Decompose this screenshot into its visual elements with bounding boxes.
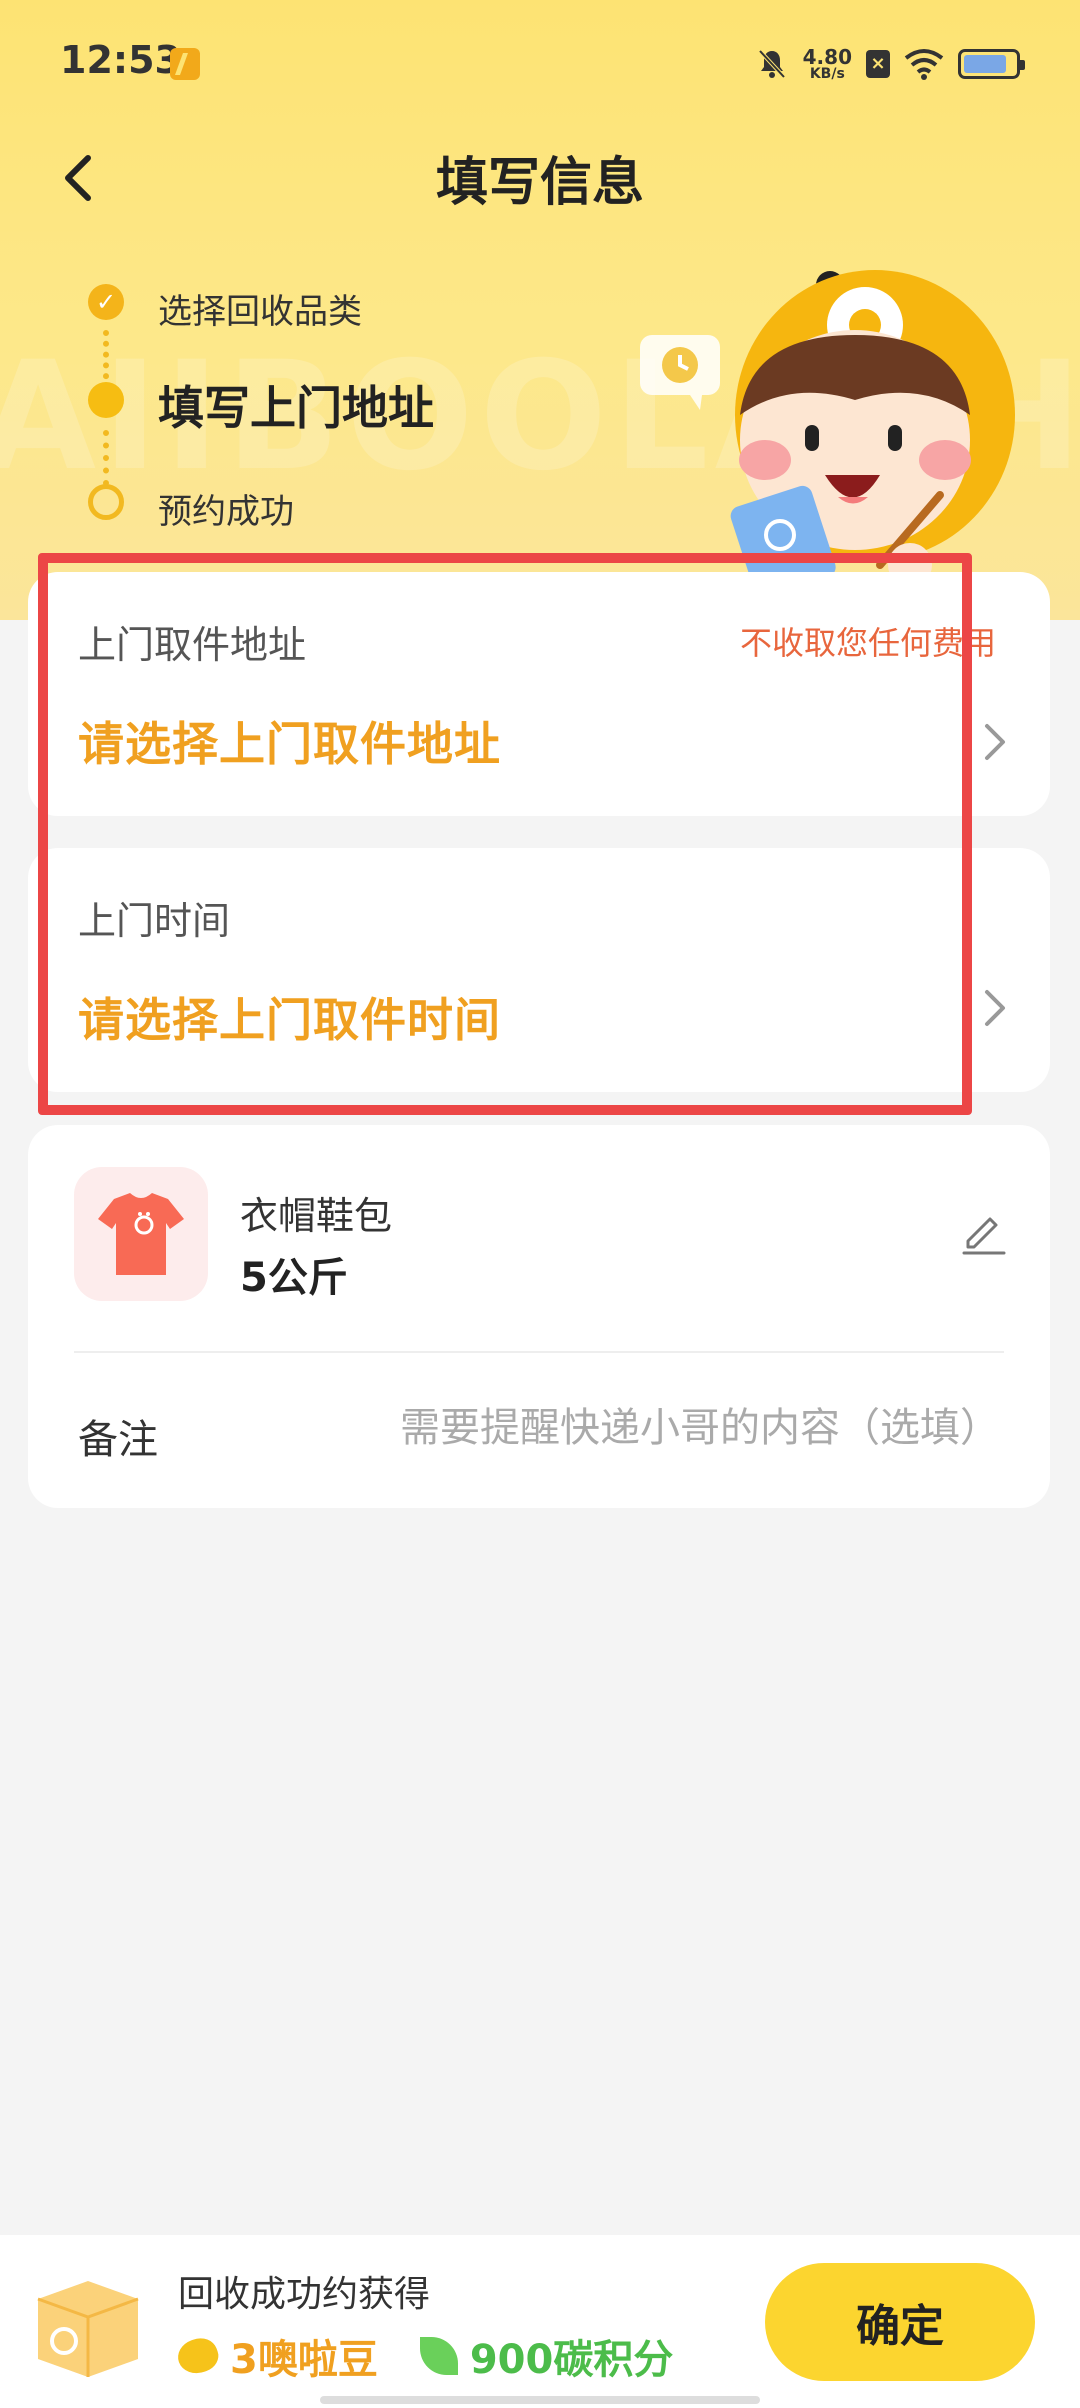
battery-icon [958,49,1025,79]
step-connector [103,330,109,390]
bean-icon [173,2333,223,2379]
pickup-time-card[interactable]: 上门时间 请选择上门取件时间 [28,848,1050,1092]
nav-bar: 填写信息 [0,130,1080,230]
leaf-icon [419,2337,458,2375]
bean-reward: 3噢啦豆 [230,2337,378,2383]
edit-icon[interactable] [958,1205,1010,1257]
step-label: 填写上门地址 [158,381,434,435]
pending-step-dot [88,484,124,520]
step-label: 选择回收品类 [158,292,362,332]
recycle-item-card: 衣帽鞋包 5公斤 备注 [28,1125,1050,1508]
note-input[interactable] [380,1405,1000,1451]
pickup-address-placeholder[interactable]: 请选择上门取件地址 [78,708,501,774]
box-icon [37,2281,139,2377]
network-speed: 4.80 KB/s [803,47,852,81]
item-weight: 5公斤 [240,1255,348,1301]
wifi-icon [904,49,944,80]
pickup-address-label: 上门取件地址 [78,623,307,667]
step-label: 预约成功 [158,492,294,532]
pickup-time-label: 上门时间 [78,899,231,943]
status-bar: 12:53 4.80 KB/s × [0,0,1080,120]
no-fee-hint: 不收取您任何费用 [739,624,996,662]
step-connector [103,430,109,486]
mute-bell-icon [758,49,786,79]
tshirt-icon [98,1193,184,1275]
pickup-address-card[interactable]: 上门取件地址 不收取您任何费用 请选择上门取件地址 [28,572,1050,816]
mascot-illustration [640,270,1015,595]
chevron-right-icon [985,990,1005,1026]
reward-row: 3噢啦豆 900碳积分 [173,2327,674,2385]
confirm-button[interactable]: 确定 [765,2263,1035,2381]
check-icon: ✓ [88,284,124,320]
item-category: 衣帽鞋包 [240,1194,393,1238]
home-indicator [320,2396,760,2404]
page-title: 填写信息 [435,153,644,213]
pickup-time-placeholder[interactable]: 请选择上门取件时间 [78,984,501,1050]
sim-icon: × [866,50,890,78]
divider [74,1351,1004,1353]
network-speed-unit: KB/s [809,66,845,82]
active-step-dot [88,382,124,418]
bottom-bar: 回收成功约获得 3噢啦豆 900碳积分 确定 [0,2235,1080,2408]
app-notification-icon [170,48,200,80]
carbon-reward: 900碳积分 [469,2337,674,2383]
reward-title: 回收成功约获得 [178,2274,431,2315]
status-time: 12:53 [60,38,181,82]
note-label: 备注 [78,1417,158,1463]
status-indicators: 4.80 KB/s × [755,42,1025,86]
item-thumbnail [74,1167,208,1301]
chevron-right-icon [985,724,1005,760]
network-speed-value: 4.80 [802,45,852,69]
